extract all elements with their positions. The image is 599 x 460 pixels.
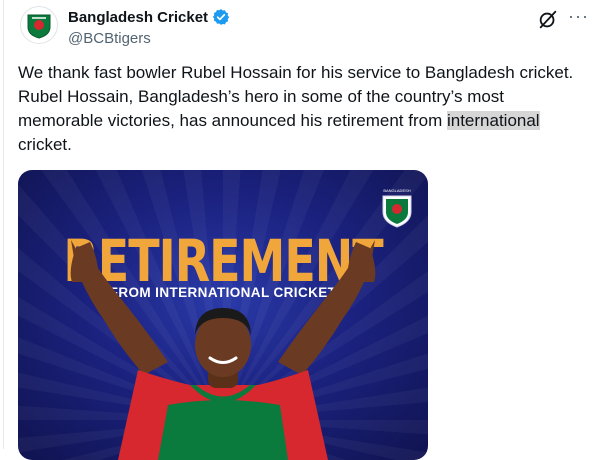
tweet-text-end: cricket. xyxy=(18,135,72,154)
thread-line xyxy=(3,0,4,449)
highlighted-text: international xyxy=(446,111,540,130)
avatar[interactable] xyxy=(20,6,58,44)
cricketer-figure xyxy=(70,240,376,460)
bcb-logo-icon xyxy=(27,14,51,39)
verified-badge-icon xyxy=(212,9,230,25)
account-handle[interactable]: @BCBtigers xyxy=(68,30,151,47)
more-options-button[interactable]: ··· xyxy=(568,6,589,27)
tweet-text: We thank fast bowler Rubel Hossain for h… xyxy=(18,61,588,157)
tweet-media-image[interactable]: BANGLADESH RETIREMENT FROM INTERNATIONAL… xyxy=(18,170,428,460)
display-name[interactable]: Bangladesh Cricket xyxy=(68,9,208,26)
tweet-header: Bangladesh Cricket @BCBtigers ··· xyxy=(18,4,593,54)
grok-icon[interactable] xyxy=(537,9,559,31)
